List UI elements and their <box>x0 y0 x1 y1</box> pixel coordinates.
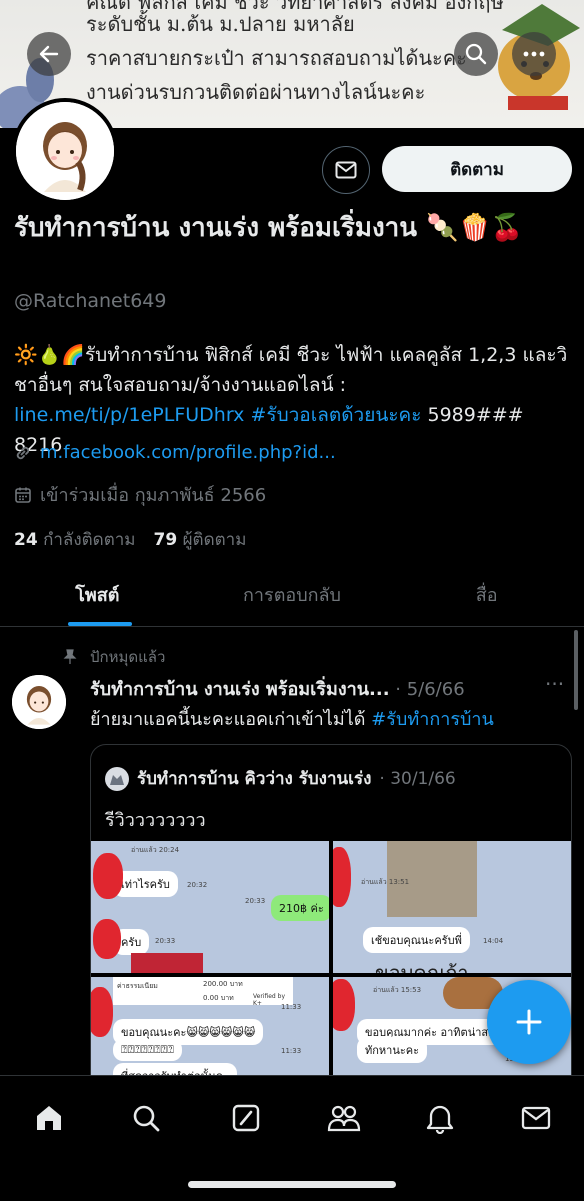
following-link[interactable]: 24 กำลังติดตาม <box>14 526 136 553</box>
followers-label: ผู้ติดตาม <box>182 530 247 550</box>
banner-text-line2: ราคาสบายกระเป๋า สามารถสอบถามได้นะคะ <box>86 46 467 70</box>
shot3-slip: ค่าธรรมเนียม 200.00 บาท 0.00 บาท Verifie… <box>113 977 293 1007</box>
following-count: 24 <box>14 530 38 550</box>
nav-notifications[interactable] <box>420 1098 460 1138</box>
profile-display-name: รับทำการบ้าน งานเร่ง พร้อมเริ่มงาน 🍡🍿🍒 <box>14 213 524 243</box>
home-indicator[interactable] <box>188 1181 396 1188</box>
mail-icon <box>335 161 357 179</box>
post-hashtag[interactable]: #รับทำการบ้าน <box>371 709 494 730</box>
redaction-scribble <box>333 847 351 907</box>
shot4-time1: อ่านแล้ว 15:53 <box>373 986 422 994</box>
post-body: ย้ายมาแอคนี้นะคะแอคเก่าเข้าไม่ได้ <box>90 709 372 730</box>
shot1-time4: 20:33 <box>155 937 176 945</box>
post-more-button[interactable]: ··· <box>545 672 564 696</box>
tab-posts-label: โพสต์ <box>75 584 120 606</box>
message-button[interactable] <box>322 146 370 194</box>
bio-hashtag[interactable]: #รับวอเลตด้วยนะคะ <box>250 404 421 426</box>
profile-joined-date: เข้าร่วมเมื่อ กุมภาพันธ์ 2566 <box>14 480 266 509</box>
post-date[interactable]: · 5/6/66 <box>395 679 464 700</box>
shot2-time2: 14:04 <box>483 937 504 945</box>
post-author-name[interactable]: รับทำการบ้าน งานเร่ง พร้อมเริ่มงาน... <box>90 679 390 700</box>
active-tab-indicator <box>68 622 132 626</box>
shot3-slip-value1: 200.00 บาท <box>203 980 243 988</box>
back-arrow-icon <box>39 45 59 63</box>
avatar-illustration <box>16 102 114 200</box>
nav-grok[interactable] <box>226 1098 266 1138</box>
profile-website[interactable]: m.facebook.com/profile.php?id... <box>14 442 336 463</box>
scrollbar[interactable] <box>574 630 578 710</box>
grok-icon <box>232 1104 260 1132</box>
notifications-icon <box>426 1105 454 1134</box>
quote-author-avatar <box>105 766 129 791</box>
communities-icon <box>327 1105 361 1132</box>
quote-author-name: รับทำการบ้าน คิวว่าง รับงานเร่ง <box>137 769 372 789</box>
profile-handle: @Ratchanet649 <box>14 290 167 312</box>
redaction-scribble <box>93 853 123 899</box>
link-icon <box>16 446 30 459</box>
post-avatar-illustration <box>12 675 66 729</box>
shot3-time2: 11:33 <box>281 1047 302 1055</box>
website-link[interactable]: m.facebook.com/profile.php?id... <box>40 442 336 463</box>
tab-posts[interactable]: โพสต์ <box>0 562 195 626</box>
shot1-time3: 20:33 <box>245 897 266 905</box>
calendar-icon <box>15 487 31 503</box>
shot1-time1: อ่านแล้ว 20:24 <box>131 846 180 854</box>
followers-count: 79 <box>153 530 178 550</box>
post-header: รับทำการบ้าน งานเร่ง พร้อมเริ่มงาน... · … <box>90 674 530 703</box>
shot1-time2: 20:32 <box>187 881 208 889</box>
profile-avatar[interactable] <box>12 98 118 204</box>
quote-text: รีวิวววววววว <box>105 810 206 831</box>
shot3-slip-label: ค่าธรรมเนียม <box>117 982 158 990</box>
quote-date: · 30/1/66 <box>379 768 456 789</box>
pinned-indicator: ปักหมุดแล้ว <box>62 645 165 669</box>
redaction-scribble <box>333 979 355 1031</box>
more-button[interactable] <box>512 32 556 76</box>
follow-button[interactable]: ติดตาม <box>382 146 572 192</box>
nav-communities[interactable] <box>324 1098 364 1138</box>
redaction-scribble <box>93 919 121 959</box>
banner-text-line1: ระดับชั้น ม.ต้น ม.ปลาย มหาลัย <box>86 12 355 36</box>
post-text: ย้ายมาแอคนี้นะคะแอคเก่าเข้าไม่ได้ #รับทำ… <box>90 704 494 733</box>
nav-home[interactable] <box>29 1098 69 1138</box>
nav-messages[interactable] <box>516 1098 556 1138</box>
search-button[interactable] <box>454 32 498 76</box>
search-nav-icon <box>133 1105 160 1132</box>
shot1-bubble2: 210฿ ค่ะ <box>271 895 329 921</box>
shot3-bubble2: ⍰⍰⍰⍰⍰⍰⍰⍰ <box>113 1039 182 1061</box>
quote-header: รับทำการบ้าน คิวว่าง รับงานเร่ง · 30/1/6… <box>105 765 456 792</box>
quote-image-2[interactable]: อ่านแล้ว 13:51 เช้ขอบคุณนะครับพี่ 14:04 … <box>333 841 571 973</box>
bio-line-link[interactable]: line.me/ti/p/1ePLFUDhrx <box>14 404 244 426</box>
nav-search[interactable] <box>126 1098 166 1138</box>
messages-icon <box>521 1106 551 1130</box>
shot4-bubble2: ทักหานะคะ <box>357 1037 428 1063</box>
shot2-overlay-text: ขอบคุณก้า <box>375 961 469 973</box>
profile-tabs: โพสต์ การตอบกลับ สื่อ <box>0 562 584 627</box>
pinned-label: ปักหมุดแล้ว <box>90 648 166 666</box>
shot2-bubble1: เช้ขอบคุณนะครับพี่ <box>363 927 470 953</box>
pin-icon <box>63 649 77 664</box>
redaction-scribble <box>91 987 113 1037</box>
followers-link[interactable]: 79 ผู้ติดตาม <box>154 526 247 553</box>
bio-text: 🔆🍐🌈รับทำการบ้าน ฟิสิกส์ เคมี ชีวะ ไฟฟ้า … <box>14 344 568 396</box>
compose-plus-icon <box>516 1009 542 1035</box>
quote-image-1[interactable]: อ่านแล้ว 20:24 เท่าไรครับ 20:32 20:33 21… <box>91 841 329 973</box>
shot2-time1: อ่านแล้ว 13:51 <box>361 878 410 886</box>
shot3-slip-value2: 0.00 บาท <box>203 994 234 1002</box>
tab-replies-label: การตอบกลับ <box>243 584 341 606</box>
shot3-time1: 11:33 <box>281 1003 302 1011</box>
following-label: กำลังติดตาม <box>43 530 136 550</box>
tab-replies[interactable]: การตอบกลับ <box>195 562 390 626</box>
search-icon <box>465 43 487 65</box>
banner-text-line3: งานด่วนรบกวนติดต่อผ่านทางไลน์นะคะ <box>86 80 426 104</box>
tab-media[interactable]: สื่อ <box>389 562 584 626</box>
home-icon <box>37 1106 61 1130</box>
post-author-avatar[interactable] <box>12 675 66 729</box>
compose-button[interactable] <box>487 980 571 1064</box>
profile-follow-counts: 24 กำลังติดตาม 79 ผู้ติดตาม <box>14 526 246 553</box>
more-icon <box>523 51 545 57</box>
back-button[interactable] <box>27 32 71 76</box>
joined-text: เข้าร่วมเมื่อ กุมภาพันธ์ 2566 <box>40 485 267 506</box>
tab-media-label: สื่อ <box>475 584 498 606</box>
shot1-sticker <box>131 953 203 973</box>
